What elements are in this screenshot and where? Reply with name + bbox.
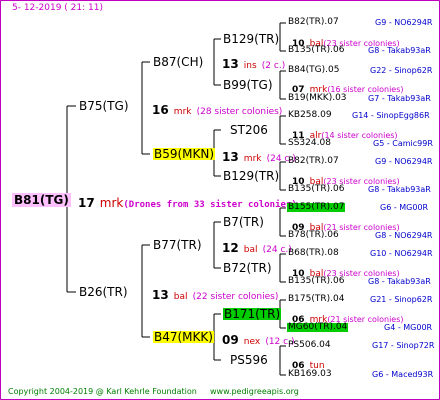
root-drone-info: 17 mrk(Drones from 33 sister colonies) <box>78 194 297 210</box>
gen4-lineage-code: G21 - Sinop62R <box>370 295 433 304</box>
mark: mrk <box>243 154 262 164</box>
gen2-queen: B47(MKK) <box>153 330 214 344</box>
gen4-queen: SS324.08 <box>288 138 331 148</box>
gen4-queen: B175(TR).04 <box>288 294 345 304</box>
footer-copyright: Copyright 2004-2019 @ Karl Kehrle Founda… <box>8 387 197 396</box>
mark: bal <box>173 292 188 302</box>
drone-count: 09 <box>222 333 239 347</box>
gen4-queen: KB169.03 <box>288 369 332 379</box>
sister-note: (22 sister colonies) <box>192 292 279 302</box>
drone-count: 16 <box>152 103 169 117</box>
drone-count: 13 <box>222 150 239 164</box>
gen4-queen: B82(TR).07 <box>288 17 339 27</box>
sire-drone-info: 16 mrk (28 sister colonies) <box>152 101 282 117</box>
gen4-lineage-code: G8 - Takab93aR <box>368 277 431 286</box>
dam-drone-info: 13 bal (22 sister colonies) <box>152 286 278 302</box>
gen4-lineage-code: G4 - MG00R <box>384 323 433 332</box>
mark: mrk <box>173 107 192 117</box>
gen3-queen: PS596 <box>230 353 268 367</box>
gen4-queen: MG60(TR).04 <box>287 322 349 332</box>
sister-note: (2 c.) <box>261 61 286 71</box>
root-mark: mrk <box>99 196 124 210</box>
gen4-queen: B82(TR).07 <box>288 156 339 166</box>
gen4-lineage-code: G7 - Takab93aR <box>368 94 431 103</box>
gen4-lineage-code: G6 - Maced93R <box>372 370 434 379</box>
mark: nex <box>243 337 261 347</box>
footer-url[interactable]: www.pedigreeapis.org <box>210 388 299 396</box>
gen4-queen: B78(TR).06 <box>288 230 339 240</box>
gen3-queen: B72(TR) <box>223 261 272 275</box>
gen3-queen: B7(TR) <box>223 215 264 229</box>
gen4-lineage-code: G8 - Takab93aR <box>368 46 431 55</box>
drone-count: 12 <box>222 241 239 255</box>
sire-queen: B75(TG) <box>79 99 129 113</box>
gen3-queen: ST206 <box>230 123 268 137</box>
root-drone-note: (Drones from 33 sister colonies) <box>123 200 297 210</box>
gen4-queen: B135(TR).06 <box>288 276 345 286</box>
drone-count: 13 <box>222 57 239 71</box>
gen2-drone-info: 12 bal (24 c.) <box>222 239 292 255</box>
gen4-queen: B155(TR).07 <box>287 202 346 212</box>
gen2-queen: B59(MKN) <box>153 147 216 161</box>
gen3-queen: B171(TR) <box>223 307 282 321</box>
sister-note: (28 sister colonies) <box>196 107 283 117</box>
root-drone-count: 17 <box>78 196 95 210</box>
gen2-drone-info: 13 ins (2 c.) <box>222 55 285 71</box>
gen4-queen: B19(MKK).03 <box>288 93 347 103</box>
gen3-queen: B129(TR) <box>223 32 280 46</box>
gen4-lineage-code: G22 - Sinop62R <box>370 66 433 75</box>
gen4-lineage-code: G8 - NO6294R <box>375 231 433 240</box>
dam-queen: B26(TR) <box>79 285 128 299</box>
gen2-drone-info: 13 mrk (24 c.) <box>222 148 296 164</box>
gen4-lineage-code: G14 - SinopEgg86R <box>352 111 430 120</box>
report-date: 5- 12-2019 ( 21: 11) <box>12 3 103 13</box>
gen4-lineage-code: G9 - NO6294R <box>375 157 433 166</box>
mark: bal <box>243 245 258 255</box>
gen4-queen: B68(TR).08 <box>288 248 339 258</box>
gen4-lineage-code: G10 - NO6294R <box>370 249 433 258</box>
gen4-lineage-code: G17 - Sinop72R <box>372 341 435 350</box>
mark: ins <box>243 61 257 71</box>
gen2-queen: B87(CH) <box>153 55 204 69</box>
gen4-queen: KB258.09 <box>288 110 332 120</box>
gen4-queen: PS506.04 <box>288 340 331 350</box>
gen4-lineage-code: G6 - MG00R <box>380 203 429 212</box>
gen4-lineage-code: G9 - NO6294R <box>375 18 433 27</box>
drone-count: 13 <box>152 288 169 302</box>
gen3-queen: B129(TR) <box>223 169 280 183</box>
gen4-queen: B84(TG).05 <box>288 65 340 75</box>
gen4-lineage-code: G8 - Takab93aR <box>368 185 431 194</box>
root-queen: B81(TG) <box>12 193 71 207</box>
gen2-queen: B77(TR) <box>153 238 202 252</box>
gen3-queen: B99(TG) <box>223 78 273 92</box>
gen4-queen: B135(TR).06 <box>288 45 345 55</box>
gen4-queen: B135(TR).06 <box>288 184 345 194</box>
gen2-drone-info: 09 nex (12 c.) <box>222 331 294 347</box>
gen4-lineage-code: G5 - Camic99R <box>373 139 433 148</box>
